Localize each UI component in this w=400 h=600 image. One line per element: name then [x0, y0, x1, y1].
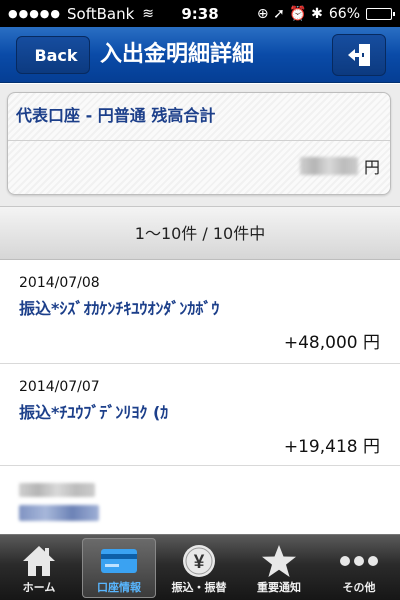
battery-icon [366, 7, 395, 20]
transaction-date: 2014/07/08 [19, 275, 100, 291]
balance-row: 円 [299, 154, 380, 178]
card-icon [101, 549, 137, 573]
tab-bar: ホーム 口座情報 ¥ 振込・振替 重要通知 その他 [0, 534, 400, 600]
status-icons: ⊕ ➚ ⏰ ✱ [256, 5, 323, 22]
account-summary: 代表口座 - 円普通 残高合計 円 [0, 84, 400, 206]
tab-transfer[interactable]: ¥ 振込・振替 [162, 538, 236, 598]
logout-door-icon [348, 44, 370, 66]
back-button-label: Back [34, 45, 78, 65]
carrier-name: SoftBank [67, 4, 135, 23]
transaction-row[interactable]: 2014/07/07 振込*ﾁﾕｳﾌﾞﾃﾞﾝﾘﾖｸ (ｶ +19,418 円 [0, 365, 400, 466]
wifi-icon: ≋ [142, 5, 155, 22]
yen-coin-icon: ¥ [183, 545, 215, 577]
tab-label: 振込・振替 [171, 581, 227, 594]
more-icon [340, 556, 378, 566]
battery-percent: 66% [328, 5, 360, 22]
tab-label: 重要通知 [257, 581, 301, 594]
tab-account-info[interactable]: 口座情報 [82, 538, 156, 598]
transaction-amount: +19,418 円 [283, 437, 380, 457]
content-area: 代表口座 - 円普通 残高合計 円 1〜10件 / 10件中 2014/07/0… [0, 84, 400, 534]
tab-more[interactable]: その他 [322, 538, 396, 598]
transaction-date-redacted [19, 483, 95, 497]
pagination-label: 1〜10件 / 10件中 [0, 206, 400, 260]
account-card: 代表口座 - 円普通 残高合計 円 [7, 92, 391, 195]
tab-home[interactable]: ホーム [2, 538, 76, 598]
divider [8, 140, 390, 141]
yen-glyph: ¥ [194, 552, 205, 573]
tab-notices[interactable]: 重要通知 [242, 538, 316, 598]
nav-bar: Back 入出金明細詳細 [0, 27, 400, 83]
transaction-date: 2014/07/07 [19, 379, 100, 395]
balance-amount-redacted [299, 157, 358, 175]
back-button[interactable]: Back [16, 36, 90, 74]
signal-strength: ●●●●● [8, 7, 61, 20]
transaction-amount: +48,000 円 [283, 333, 380, 353]
status-bar: ●●●●● SoftBank ≋ 9:38 ⊕ ➚ ⏰ ✱ 66% [0, 0, 400, 27]
tab-label: ホーム [22, 581, 56, 594]
logout-button[interactable] [332, 34, 386, 76]
transaction-description: 振込*ｼｽﾞｵｶｹﾝﾁｷﾕｳｵﾝﾀﾞﾝｶﾎﾞｳ [19, 299, 220, 318]
transaction-row[interactable]: 2014/07/08 振込*ｼｽﾞｵｶｹﾝﾁｷﾕｳｵﾝﾀﾞﾝｶﾎﾞｳ +48,0… [0, 261, 400, 364]
tab-label: その他 [342, 581, 376, 594]
account-name: 代表口座 - 円普通 残高合計 [16, 106, 216, 125]
home-icon [23, 546, 55, 576]
transaction-row-redacted[interactable] [0, 467, 400, 534]
currency-label: 円 [363, 158, 380, 177]
star-icon [262, 545, 296, 577]
page-title: 入出金明細詳細 [100, 42, 255, 67]
transaction-description-redacted [19, 505, 99, 521]
tab-label: 口座情報 [97, 581, 141, 594]
transaction-description: 振込*ﾁﾕｳﾌﾞﾃﾞﾝﾘﾖｸ (ｶ [19, 403, 169, 422]
